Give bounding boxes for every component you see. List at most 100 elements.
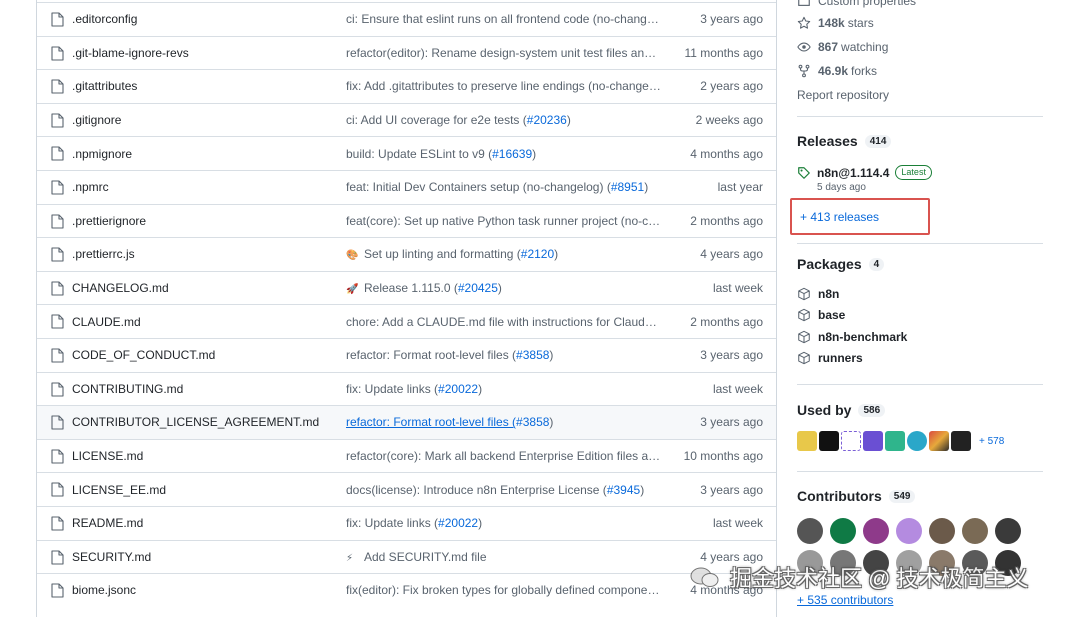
watching-link[interactable]: 867 watching (797, 40, 888, 54)
file-name-link[interactable]: LICENSE_EE.md (72, 483, 166, 497)
forks-link[interactable]: 46.9k forks (797, 64, 877, 78)
commit-message[interactable]: refactor: Format root-level files (#3858… (346, 415, 662, 429)
contributor-avatar[interactable] (797, 518, 823, 544)
file-name-link[interactable]: biome.jsonc (72, 583, 136, 597)
file-name-link[interactable]: .prettierignore (72, 214, 146, 228)
pull-request-link[interactable]: #20236 (527, 113, 567, 127)
commit-message[interactable]: ci: Ensure that eslint runs on all front… (346, 12, 662, 26)
file-row[interactable]: LICENSE_EE.md docs(license): Introduce n8… (37, 472, 776, 506)
file-name-link[interactable]: CHANGELOG.md (72, 281, 169, 295)
file-name-link[interactable]: .prettierrc.js (72, 247, 135, 261)
file-name-link[interactable]: .gitattributes (72, 79, 137, 93)
pull-request-link[interactable]: #8951 (611, 180, 644, 194)
latest-release[interactable]: n8n@1.114.4 Latest (797, 165, 932, 180)
commit-message[interactable]: fix(editor): Fix broken types for global… (346, 583, 662, 597)
file-row[interactable]: README.md fix: Update links (#20022) last … (37, 506, 776, 540)
file-row[interactable]: .gitignore ci: Add UI coverage for e2e te… (37, 102, 776, 137)
file-icon (51, 482, 64, 497)
file-name-link[interactable]: .npmrc (72, 180, 109, 194)
commit-message[interactable]: 🎨 Set up linting and formatting (#2120) (346, 247, 662, 261)
contributor-avatar[interactable] (929, 518, 955, 544)
pull-request-link[interactable]: #3858 (516, 348, 549, 362)
contributors-heading[interactable]: Contributors 549 (797, 488, 916, 504)
package-item[interactable]: n8n-benchmark (797, 330, 907, 344)
file-name-link[interactable]: CONTRIBUTING.md (72, 382, 183, 396)
file-icon (51, 12, 64, 27)
commit-message[interactable]: refactor(core): Mark all backend Enterpr… (346, 449, 662, 463)
file-name-link[interactable]: .npmignore (72, 147, 132, 161)
commit-message[interactable]: fix: Update links (#20022) (346, 516, 662, 530)
contributor-avatar[interactable] (863, 518, 889, 544)
file-name-link[interactable]: .editorconfig (72, 12, 137, 26)
packages-heading[interactable]: Packages 4 (797, 256, 885, 272)
package-item[interactable]: runners (797, 351, 863, 365)
report-repository-link[interactable]: Report repository (797, 88, 889, 102)
commit-message[interactable]: refactor(editor): Rename design-system u… (346, 46, 662, 60)
pull-request-link[interactable]: #16639 (492, 147, 532, 161)
pull-request-link[interactable]: #3858 (516, 415, 549, 429)
commit-message[interactable]: fix: Update links (#20022) (346, 382, 662, 396)
custom-properties-link[interactable]: Custom properties (797, 0, 916, 8)
used-by-heading[interactable]: Used by 586 (797, 402, 886, 418)
file-name-link[interactable]: SECURITY.md (72, 550, 151, 564)
file-row[interactable]: CHANGELOG.md 🚀 Release 1.115.0 (#20425) las… (37, 270, 776, 305)
file-name-link[interactable]: CONTRIBUTOR_LICENSE_AGREEMENT.md (72, 415, 319, 429)
forks-count: 46.9k (818, 64, 849, 78)
file-row[interactable]: .prettierignore feat(core): Set up native… (37, 203, 776, 238)
commit-message[interactable]: ci: Add UI coverage for e2e tests (#2023… (346, 113, 662, 127)
file-row[interactable]: .npmrc feat: Initial Dev Containers setup… (37, 170, 776, 204)
file-row[interactable]: SECURITY.md ⚡ Add SECURITY.md file 4 years … (37, 539, 776, 574)
used-by-more-link[interactable]: + 578 (979, 436, 1004, 447)
file-icon (51, 79, 64, 94)
package-icon (798, 351, 810, 365)
file-name-link[interactable]: CODE_OF_CONDUCT.md (72, 348, 215, 362)
divider (797, 243, 1043, 244)
package-item[interactable]: n8n (797, 287, 839, 301)
file-row[interactable]: .editorconfig ci: Ensure that eslint runs… (37, 2, 776, 36)
commit-message[interactable]: ⚡ Add SECURITY.md file (346, 550, 662, 564)
used-by-title: Used by (797, 402, 852, 418)
used-by-avatars[interactable]: + 578 (797, 431, 1004, 451)
stars-link[interactable]: 148k stars (797, 16, 874, 30)
pull-request-link[interactable]: #20022 (438, 382, 478, 396)
commit-message[interactable]: build: Update ESLint to v9 (#16639) (346, 147, 662, 161)
file-row[interactable]: .gitattributes fix: Add .gitattributes to… (37, 69, 776, 103)
pull-request-link[interactable]: #20425 (458, 281, 498, 295)
file-name-link[interactable]: .gitignore (72, 113, 121, 127)
commit-message[interactable]: feat(core): Set up native Python task ru… (346, 214, 662, 228)
file-row[interactable]: .git-blame-ignore-revs refactor(editor): … (37, 35, 776, 70)
contributor-avatar[interactable] (995, 518, 1021, 544)
package-icon (798, 330, 810, 344)
divider (797, 116, 1043, 117)
file-row[interactable]: biome.jsonc fix(editor): Fix broken types… (37, 573, 776, 607)
file-name-link[interactable]: README.md (72, 516, 143, 530)
contributor-avatar[interactable] (896, 518, 922, 544)
file-row[interactable]: CLAUDE.md chore: Add a CLAUDE.md file wit… (37, 304, 776, 338)
commit-message[interactable]: feat: Initial Dev Containers setup (no-c… (346, 180, 662, 194)
contributor-avatar[interactable] (830, 518, 856, 544)
releases-heading[interactable]: Releases 414 (797, 133, 892, 149)
commit-message[interactable]: refactor: Format root-level files (#3858… (346, 348, 662, 362)
file-row[interactable]: CONTRIBUTOR_LICENSE_AGREEMENT.md refactor… (37, 405, 776, 439)
pull-request-link[interactable]: #3945 (607, 483, 640, 497)
commit-message[interactable]: 🚀 Release 1.115.0 (#20425) (346, 281, 662, 295)
pull-request-link[interactable]: #20022 (438, 516, 478, 530)
file-row[interactable]: .npmignore build: Update ESLint to v9 (#1… (37, 136, 776, 170)
file-name-link[interactable]: CLAUDE.md (72, 315, 141, 329)
file-name-link[interactable]: .git-blame-ignore-revs (72, 46, 189, 60)
pull-request-link[interactable]: #2120 (521, 247, 554, 261)
file-row[interactable]: CODE_OF_CONDUCT.md refactor: Format root-… (37, 338, 776, 372)
contributor-avatar[interactable] (962, 518, 988, 544)
file-icon (51, 247, 64, 262)
more-releases-link[interactable]: + 413 releases (800, 210, 879, 224)
package-item[interactable]: base (797, 308, 845, 322)
file-row[interactable]: .prettierrc.js 🎨 Set up linting and format… (37, 237, 776, 271)
commit-message-text: feat: Initial Dev Containers setup (no-c… (346, 180, 611, 195)
commit-message[interactable]: chore: Add a CLAUDE.md file with instruc… (346, 315, 662, 329)
file-name-link[interactable]: LICENSE.md (72, 449, 143, 463)
commit-message[interactable]: fix: Add .gitattributes to preserve line… (346, 79, 662, 93)
file-row[interactable]: LICENSE.md refactor(core): Mark all backe… (37, 438, 776, 473)
more-contributors-link[interactable]: + 535 contributors (797, 593, 893, 607)
commit-message[interactable]: docs(license): Introduce n8n Enterprise … (346, 483, 662, 497)
file-row[interactable]: CONTRIBUTING.md fix: Update links (#20022… (37, 371, 776, 406)
